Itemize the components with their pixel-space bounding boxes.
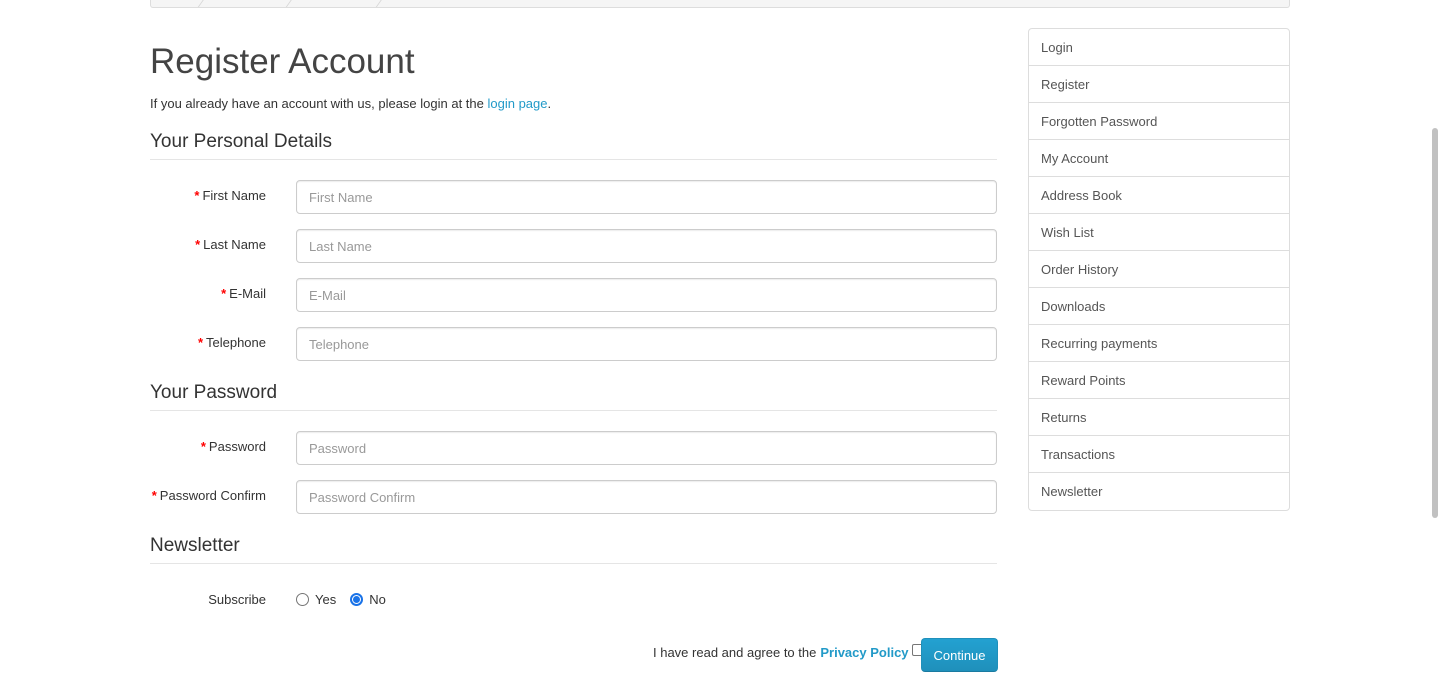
- subscribe-no-radio[interactable]: [350, 593, 364, 606]
- intro-text: If you already have an account with us, …: [150, 96, 551, 111]
- password-confirm-label: * Password Confirm: [150, 488, 266, 503]
- subscribe-yes-option[interactable]: Yes: [296, 592, 336, 607]
- email-label-text: E-Mail: [229, 286, 266, 301]
- subscribe-no-label: No: [369, 592, 386, 607]
- firstname-input[interactable]: [296, 180, 997, 214]
- intro-text-end: .: [547, 96, 552, 111]
- page-title: Register Account: [150, 42, 415, 81]
- telephone-label-text: Telephone: [206, 335, 266, 350]
- required-mark: *: [151, 488, 157, 503]
- telephone-input[interactable]: [296, 327, 997, 361]
- breadcrumb-separator: [285, 0, 294, 7]
- required-mark: *: [221, 286, 227, 301]
- subscribe-radio-group: Yes No: [296, 592, 400, 607]
- required-mark: *: [200, 439, 206, 454]
- continue-button[interactable]: Continue: [921, 638, 998, 672]
- scrollbar-thumb[interactable]: [1432, 128, 1438, 518]
- sidebar-item-recurring-payments[interactable]: Recurring payments: [1029, 325, 1289, 362]
- password-label-text: Password: [208, 439, 266, 454]
- sidebar-item-register[interactable]: Register: [1029, 66, 1289, 103]
- account-sidebar: Login Register Forgotten Password My Accoun…: [1028, 28, 1290, 511]
- password-label: * Password: [150, 439, 266, 454]
- lastname-label-text: Last Name: [203, 237, 266, 252]
- agree-text: I have read and agree to the: [653, 645, 817, 660]
- sidebar-item-wish-list[interactable]: Wish List: [1029, 214, 1289, 251]
- telephone-label: * Telephone: [150, 335, 266, 350]
- lastname-label: * Last Name: [150, 237, 266, 252]
- password-confirm-input[interactable]: [296, 480, 997, 514]
- sidebar-item-forgotten-password[interactable]: Forgotten Password: [1029, 103, 1289, 140]
- required-mark: *: [197, 335, 203, 350]
- required-mark: *: [195, 237, 201, 252]
- breadcrumb: [150, 0, 1290, 8]
- privacy-policy-link[interactable]: Privacy Policy: [820, 645, 908, 660]
- sidebar-item-my-account[interactable]: My Account: [1029, 140, 1289, 177]
- subscribe-no-option[interactable]: No: [350, 592, 386, 607]
- email-label: * E-Mail: [150, 286, 266, 301]
- required-mark: *: [194, 188, 200, 203]
- sidebar-item-reward-points[interactable]: Reward Points: [1029, 362, 1289, 399]
- privacy-agreement: I have read and agree to the Privacy Pol…: [653, 643, 924, 660]
- sidebar-item-newsletter[interactable]: Newsletter: [1029, 473, 1289, 510]
- email-input[interactable]: [296, 278, 997, 312]
- login-page-link[interactable]: login page: [488, 96, 548, 111]
- firstname-label-text: First Name: [202, 188, 266, 203]
- password-confirm-label-text: Password Confirm: [159, 488, 266, 503]
- lastname-input[interactable]: [296, 229, 997, 263]
- section-personal-details: Your Personal Details: [150, 131, 997, 160]
- sidebar-item-login[interactable]: Login: [1029, 29, 1289, 66]
- section-newsletter: Newsletter: [150, 535, 997, 564]
- sidebar-item-transactions[interactable]: Transactions: [1029, 436, 1289, 473]
- firstname-label: * First Name: [150, 188, 266, 203]
- sidebar-item-order-history[interactable]: Order History: [1029, 251, 1289, 288]
- subscribe-yes-radio[interactable]: [296, 593, 309, 606]
- breadcrumb-separator: [197, 0, 206, 7]
- sidebar-item-returns[interactable]: Returns: [1029, 399, 1289, 436]
- breadcrumb-separator: [375, 0, 384, 7]
- intro-text-label: If you already have an account with us, …: [150, 96, 488, 111]
- subscribe-label: Subscribe: [208, 592, 266, 607]
- password-input[interactable]: [296, 431, 997, 465]
- sidebar-item-downloads[interactable]: Downloads: [1029, 288, 1289, 325]
- sidebar-item-address-book[interactable]: Address Book: [1029, 177, 1289, 214]
- subscribe-yes-label: Yes: [315, 592, 337, 607]
- section-password: Your Password: [150, 382, 997, 411]
